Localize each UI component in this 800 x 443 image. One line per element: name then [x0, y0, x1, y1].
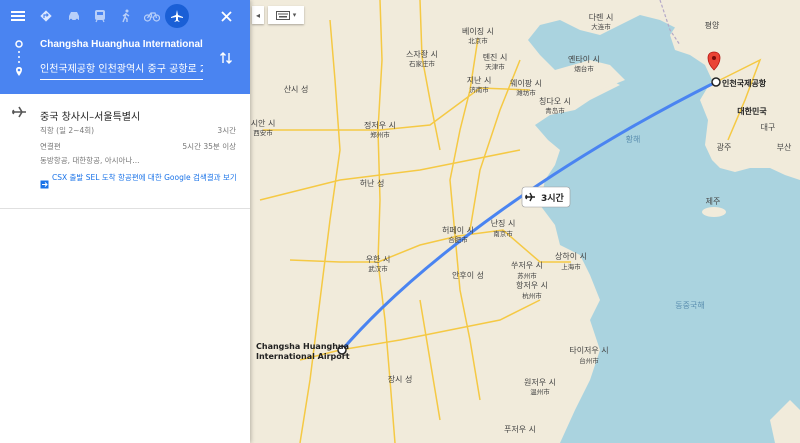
map-label: 광주 — [717, 142, 732, 152]
route-connect-duration: 5시간 35분 이상 — [182, 142, 236, 151]
map-label: 산시 성 — [284, 84, 309, 94]
map-label: 톈진 시 — [483, 52, 508, 62]
flight-duration-label: 3시간 — [541, 192, 565, 204]
map-label: 난징 시 — [491, 218, 516, 228]
walking-icon[interactable] — [114, 4, 138, 28]
map-label: 台州市 — [579, 356, 599, 365]
map-label: 푸저우 시 — [504, 425, 536, 434]
map-label: 평양 — [705, 20, 720, 30]
map-label: 항저우 시 — [516, 281, 548, 290]
origin-dot-icon — [15, 40, 23, 48]
map-label: 옌타이 시 — [568, 54, 600, 64]
route-airlines: 동방항공, 대한항공, 아시아나... — [40, 156, 140, 165]
flight-search-link[interactable]: CSX 출발 SEL 도착 항공편에 대한 Google 검색결과 보기 — [40, 172, 240, 184]
origin-label-line2: International Airport — [256, 352, 350, 361]
map-label: 烟台市 — [574, 64, 594, 73]
map-label: 合肥市 — [448, 235, 468, 244]
map-label: 베이징 시 — [462, 26, 494, 36]
destination-pin-dot — [712, 56, 716, 60]
map-label: 苏州市 — [517, 271, 537, 280]
destination-input[interactable]: 인천국제공항 인천광역시 중구 공항로 2 — [40, 61, 203, 80]
map-label: 지난 시 — [467, 76, 492, 85]
destination-label: 인천국제공항 — [722, 78, 767, 88]
map-label: 쑤저우 시 — [511, 261, 543, 270]
car-icon[interactable] — [62, 4, 86, 28]
map-label: 스자좡 시 — [406, 49, 438, 59]
map-label: 안후이 성 — [452, 270, 484, 280]
map-label: 西安市 — [253, 128, 273, 137]
map-label: 다롄 시 — [589, 12, 614, 22]
travel-mode-bar — [0, 4, 250, 28]
route-type-duration: 3시간 — [217, 126, 236, 135]
directions-icon[interactable] — [34, 4, 58, 28]
map-label: 정저우 시 — [364, 120, 396, 130]
close-icon[interactable] — [214, 4, 238, 28]
directions-panel: Changsha Huanghua International Airp 인천국… — [0, 0, 250, 443]
map-label: 황해 — [626, 134, 641, 144]
route-option[interactable]: 중국 창사시–서울특별시 직항 (일 2~4회) 3시간 연결편 5시간 35분… — [0, 94, 250, 209]
map-label: 郑州市 — [370, 130, 390, 139]
map-controls: ◂ ▾ — [250, 0, 310, 30]
collapse-panel-toggle[interactable]: ◂ — [252, 6, 264, 24]
map-label: 大连市 — [591, 22, 611, 31]
route-type: 직항 (일 2~4회) — [40, 126, 95, 135]
map-label: 南京市 — [493, 229, 513, 238]
destination-marker[interactable] — [711, 77, 721, 87]
origin-input[interactable]: Changsha Huanghua International Airp — [40, 36, 203, 54]
map-label: 温州市 — [530, 387, 550, 396]
map-label: 제주 — [706, 197, 721, 206]
map-label: 원저우 시 — [524, 378, 556, 387]
map-label: 허난 성 — [360, 179, 385, 188]
map-label: 상하이 시 — [555, 251, 587, 261]
menu-icon[interactable] — [6, 4, 30, 28]
origin-label-line1: Changsha Huanghua — [256, 342, 349, 351]
map-label: 장시 성 — [388, 374, 413, 384]
keyboard-icon — [275, 10, 290, 20]
map-label: 武汉市 — [368, 264, 388, 273]
map-label: 杭州市 — [522, 291, 542, 300]
map-label: 웨이팡 시 — [510, 78, 542, 88]
directions-header: Changsha Huanghua International Airp 인천국… — [0, 0, 250, 94]
swap-icon[interactable] — [219, 50, 233, 69]
input-tools-button[interactable]: ▾ — [268, 6, 304, 24]
map-label: 동중국해 — [675, 300, 704, 310]
map-label: 上海市 — [561, 262, 581, 271]
map-label: 石家庄市 — [409, 59, 436, 68]
jeju-island — [702, 207, 726, 217]
map-label: 潍坊市 — [516, 88, 536, 97]
map-label: 부산 — [777, 142, 792, 152]
map-label: 北京市 — [468, 36, 488, 45]
plane-icon — [11, 104, 27, 123]
map-label: 대구 — [761, 123, 776, 132]
map-label: 허페이 시 — [442, 225, 474, 235]
transit-icon[interactable] — [88, 4, 112, 28]
map-label: 우한 시 — [366, 255, 391, 264]
destination-pin-icon — [16, 67, 22, 76]
map-label: 대한민국 — [737, 106, 767, 116]
route-connect: 연결편 — [40, 142, 61, 151]
route-dots — [15, 40, 23, 76]
route-title: 중국 창사시–서울특별시 — [40, 112, 141, 123]
chevron-down-icon: ▾ — [292, 11, 297, 19]
map-label: 天津市 — [485, 62, 505, 71]
map-label: 칭다오 시 — [539, 97, 571, 106]
map-label: 타이저우 시 — [569, 345, 608, 355]
map-label: 济南市 — [469, 85, 489, 94]
cycling-icon[interactable] — [140, 4, 164, 28]
map-label: 시안 시 — [251, 118, 276, 128]
map-label: 青岛市 — [545, 106, 565, 115]
flight-icon[interactable] — [165, 4, 189, 28]
